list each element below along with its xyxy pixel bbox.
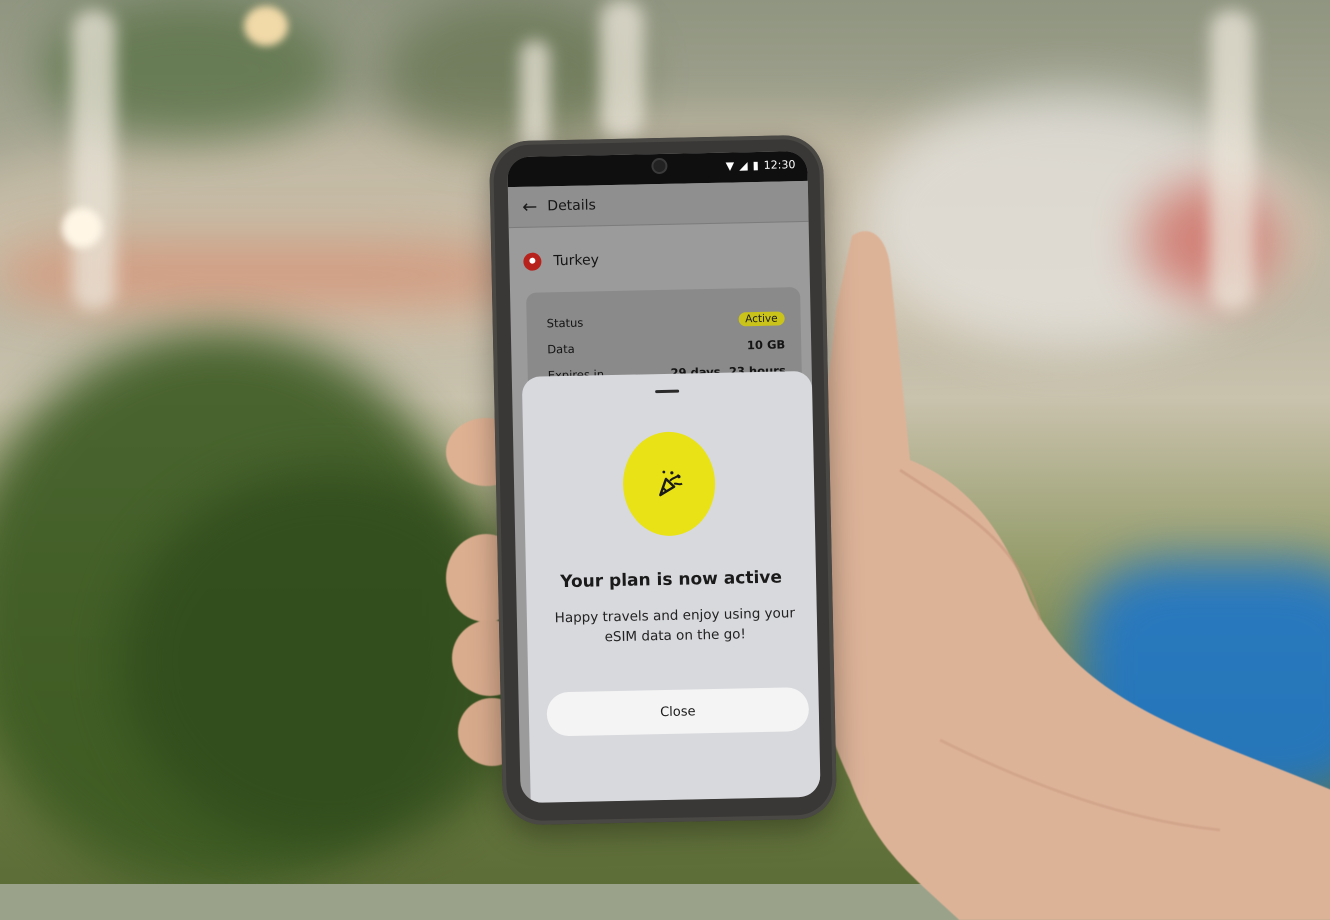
signal-icon: ◢ bbox=[739, 159, 748, 173]
sheet-drag-handle[interactable] bbox=[655, 389, 680, 394]
sheet-title: Your plan is now active bbox=[560, 567, 783, 593]
country-name: Turkey bbox=[553, 252, 600, 270]
data-label: Data bbox=[547, 341, 575, 357]
app-header: ← Details bbox=[507, 180, 809, 229]
success-bottom-sheet: Your plan is now active Happy travels an… bbox=[521, 370, 821, 803]
status-badge: Active bbox=[738, 311, 785, 327]
country-row: Turkey bbox=[523, 251, 599, 271]
status-label: Status bbox=[546, 315, 584, 331]
wifi-icon: ▼ bbox=[725, 159, 735, 173]
arrow-left-icon[interactable]: ← bbox=[522, 196, 538, 217]
data-value: 10 GB bbox=[746, 337, 786, 353]
close-button[interactable]: Close bbox=[546, 687, 810, 737]
page-title: Details bbox=[547, 197, 597, 215]
phone: ▼ ◢ ▮ 12:30 ← Details Turkey Status Acti… bbox=[488, 134, 838, 826]
battery-icon: ▮ bbox=[752, 158, 759, 173]
turkey-flag-icon bbox=[523, 252, 542, 271]
status-time: 12:30 bbox=[763, 158, 796, 172]
front-camera bbox=[651, 157, 668, 175]
party-popper-icon bbox=[622, 430, 717, 537]
sheet-message: Happy travels and enjoy using your eSIM … bbox=[554, 605, 796, 646]
hand bbox=[760, 231, 1330, 920]
phone-screen: ▼ ◢ ▮ 12:30 ← Details Turkey Status Acti… bbox=[507, 150, 821, 804]
